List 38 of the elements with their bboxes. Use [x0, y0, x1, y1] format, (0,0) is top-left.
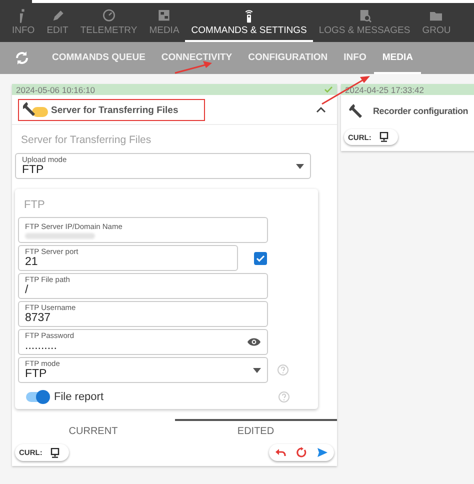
toggle-switch[interactable]: [26, 392, 48, 402]
card-title: Recorder configuration: [373, 106, 468, 116]
nav-tab[interactable]: LOGS & MESSAGES: [312, 3, 416, 42]
eye-icon[interactable]: [247, 337, 261, 347]
dropdown-caret-icon: [253, 368, 261, 372]
send-icon[interactable]: [317, 447, 328, 458]
field-value: FTP: [25, 368, 48, 381]
view-tab[interactable]: CURRENT: [12, 419, 174, 442]
dropdown-caret-icon: [296, 164, 304, 168]
view-tab[interactable]: EDITED: [174, 419, 337, 442]
nav-tab[interactable]: INFO: [6, 3, 41, 42]
toggle-label: File report: [54, 391, 104, 403]
timestamp: 2024-05-06 10:16:10: [16, 84, 95, 94]
card-title: Server for Transferring Files: [51, 104, 178, 116]
monitor-icon[interactable]: [379, 132, 390, 142]
nav-tab[interactable]: EDIT: [40, 3, 74, 42]
checkbox[interactable]: [254, 252, 267, 264]
info-icon: [20, 8, 26, 24]
undo-icon[interactable]: [275, 447, 286, 458]
field-value: 8737: [25, 312, 52, 325]
wrench-toggle-icon: [23, 102, 49, 118]
refresh-icon[interactable]: [14, 50, 30, 66]
gauge-icon: [100, 8, 117, 24]
timestamp: 2024-04-25 17:33:42: [345, 84, 424, 94]
reset-icon[interactable]: [296, 447, 307, 458]
monitor-icon[interactable]: [50, 448, 60, 458]
nav-tab[interactable]: MEDIA: [143, 3, 186, 42]
field-value: 21: [25, 256, 39, 269]
section-subtitle: Server for Transferring Files: [20, 133, 152, 148]
check-icon: [324, 85, 333, 94]
wrench-icon: [349, 103, 365, 119]
field-value: FTP: [22, 164, 45, 177]
panel-title: FTP: [23, 198, 46, 213]
field-value: /: [25, 284, 30, 297]
field-value: ..........: [25, 340, 58, 353]
nav-tab[interactable]: GROU: [416, 3, 457, 42]
nav-tab[interactable]: TELEMETRY: [74, 3, 144, 42]
annotation-arrow: [174, 61, 212, 74]
